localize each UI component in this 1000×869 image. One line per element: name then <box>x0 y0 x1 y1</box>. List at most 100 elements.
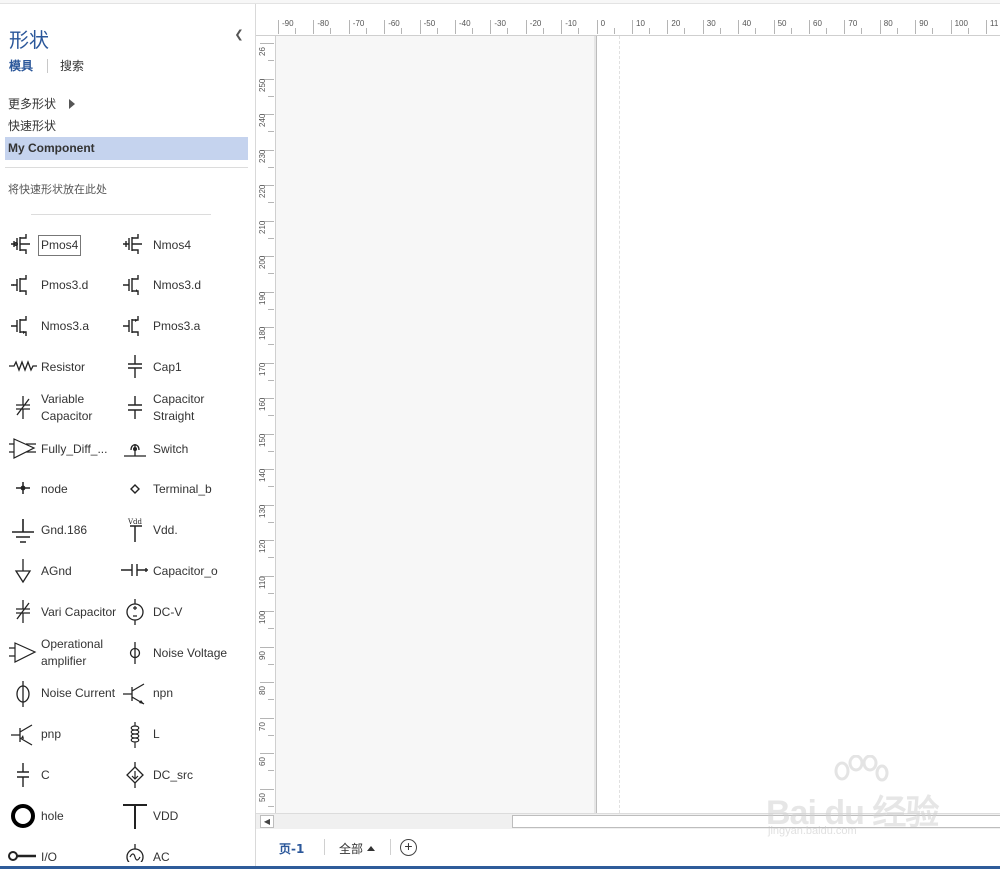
shape-item-i-o[interactable]: I/O <box>8 838 120 862</box>
nmos4-icon <box>120 230 150 260</box>
ruler-tick <box>260 682 274 683</box>
shape-item-pmos3-d[interactable]: Pmos3.d <box>8 267 120 305</box>
shape-item-pmos4[interactable]: Pmos4 <box>8 226 120 264</box>
ruler-tick <box>738 20 740 34</box>
dc-current-source-icon <box>120 760 150 790</box>
shape-label: Fully_Diff_... <box>41 441 108 456</box>
shape-label: DC-V <box>153 604 183 619</box>
shape-label: Capacitor_o <box>153 563 218 578</box>
shape-item-agnd[interactable]: AGnd <box>8 552 120 590</box>
ruler-label: -80 <box>317 19 329 28</box>
quick-shapes-item[interactable]: 快速形状 <box>8 117 56 134</box>
ruler-tick <box>260 646 274 648</box>
page-tabs-bar: 页-1 全部 + <box>256 829 1000 866</box>
shape-item-npn[interactable]: npn <box>120 675 232 713</box>
ruler-label: 250 <box>258 78 267 92</box>
shape-item-nmos4[interactable]: Nmos4 <box>120 226 232 264</box>
node-icon <box>8 475 38 505</box>
shape-item-capacitor-straight[interactable]: Capacitor Straight <box>120 389 232 427</box>
ruler-label: 120 <box>258 539 267 553</box>
ruler-tick <box>826 28 827 34</box>
more-shapes-label: 更多形状 <box>8 97 57 111</box>
ruler-label: 90 <box>919 19 929 28</box>
tab-stencils[interactable]: 模具 <box>9 57 33 74</box>
ruler-tick <box>915 20 917 34</box>
shape-item-vdd[interactable]: Vdd Vdd. <box>120 512 232 550</box>
shape-item-switch[interactable]: Switch <box>120 430 232 468</box>
stencil-my-component[interactable]: My Component <box>5 137 248 160</box>
shape-item-resistor[interactable]: Resistor <box>8 348 120 386</box>
collapse-pane-icon[interactable]: ❮ <box>232 28 246 42</box>
ruler-tick <box>578 28 580 34</box>
shape-label: Cap1 <box>153 359 182 374</box>
shape-item-ac[interactable]: AC <box>120 838 232 862</box>
scrollbar-thumb[interactable] <box>512 815 1000 828</box>
add-page-button[interactable]: + <box>400 839 417 856</box>
shape-label: Resistor <box>41 359 86 374</box>
shape-label: Vari Capacitor <box>41 604 117 619</box>
ruler-label: 60 <box>258 757 267 766</box>
ruler-tick <box>702 20 704 34</box>
shape-item-nmos3-a[interactable]: Nmos3.a <box>8 308 120 346</box>
shape-item-operational-amplifier[interactable]: Operational amplifier <box>8 634 120 672</box>
shape-item-dc-v[interactable]: DC-V <box>120 593 232 631</box>
drawing-canvas[interactable] <box>276 36 1000 813</box>
ruler-label: -70 <box>352 19 365 28</box>
ruler-tick <box>260 788 274 790</box>
scroll-left-icon[interactable]: ◀ <box>260 815 274 828</box>
ruler-label: 30 <box>706 19 716 28</box>
shape-item-capacitor-o[interactable]: Capacitor_o <box>120 552 232 590</box>
ruler-label: 80 <box>883 19 893 28</box>
shape-item-terminal-b[interactable]: Terminal_b <box>120 471 232 509</box>
shape-item-vari-capacitor[interactable]: Vari Capacitor <box>8 593 120 631</box>
shape-list: Pmos4 Nmos4 Pmos3.d Nmos3.d Nmos3.a Pmos3.a Re… <box>0 222 255 862</box>
shape-label: pnp <box>41 727 62 742</box>
ruler-tick <box>436 28 438 34</box>
shape-item-l[interactable]: L <box>120 716 232 754</box>
more-shapes-menu[interactable]: 更多形状 <box>8 95 76 112</box>
ruler-tick <box>268 308 274 310</box>
ruler-label: 0 <box>600 19 606 28</box>
ruler-tick <box>268 344 274 345</box>
pmos4-icon <box>8 230 38 260</box>
ruler-label: 180 <box>258 326 267 340</box>
shape-item-dc-src[interactable]: DC_src <box>120 756 232 794</box>
tab-search[interactable]: 搜索 <box>60 57 84 74</box>
ruler-tick <box>268 379 274 381</box>
shape-item-pnp[interactable]: pnp <box>8 716 120 754</box>
ruler-tick <box>649 28 650 34</box>
tab-page-1[interactable]: 页-1 <box>279 840 304 857</box>
ruler-tick <box>419 20 421 34</box>
ruler-label: 100 <box>258 610 267 624</box>
shape-item-noise-current[interactable]: Noise Current <box>8 675 120 713</box>
capacitor-straight-icon <box>120 393 150 423</box>
shape-item-pmos3-a[interactable]: Pmos3.a <box>120 308 232 346</box>
inductor-icon <box>120 720 150 750</box>
ruler-label: -60 <box>388 19 400 28</box>
shape-item-nmos3-d[interactable]: Nmos3.d <box>120 267 232 305</box>
shape-label: Nmos3.d <box>153 278 202 293</box>
all-pages-dropdown[interactable]: 全部 <box>339 840 363 857</box>
horizontal-scrollbar[interactable]: ◀ <box>256 813 1000 829</box>
pmos3a-icon <box>120 312 150 342</box>
shape-label: Operational amplifier <box>41 637 104 668</box>
shape-item-noise-voltage[interactable]: Noise Voltage <box>120 634 232 672</box>
ruler-tick <box>632 20 633 34</box>
shape-item-c[interactable]: C <box>8 756 120 794</box>
visio-window: 形状 ❮ 模具 搜索 更多形状 快速形状 My Component 将快速形状放… <box>0 0 1000 869</box>
ruler-tick <box>790 28 792 34</box>
ruler-tick <box>268 557 274 558</box>
shape-item-fully-diff[interactable]: Fully_Diff_... <box>8 430 120 468</box>
shape-item-hole[interactable]: hole <box>8 797 120 835</box>
drawing-page[interactable] <box>596 36 1000 813</box>
shape-item-cap1[interactable]: Cap1 <box>120 348 232 386</box>
ruler-tick <box>844 20 846 34</box>
ruler-label: -50 <box>423 19 436 28</box>
ruler-label: 50 <box>258 792 267 802</box>
shape-item-variable-capacitor[interactable]: Variable Capacitor <box>8 389 120 427</box>
shape-item-node[interactable]: node <box>8 471 120 509</box>
shape-item-gnd-186[interactable]: Gnd.186 <box>8 512 120 550</box>
shape-item-vdd[interactable]: VDD <box>120 797 232 835</box>
ruler-label: 80 <box>258 686 267 695</box>
nmos3d-icon <box>120 271 150 301</box>
